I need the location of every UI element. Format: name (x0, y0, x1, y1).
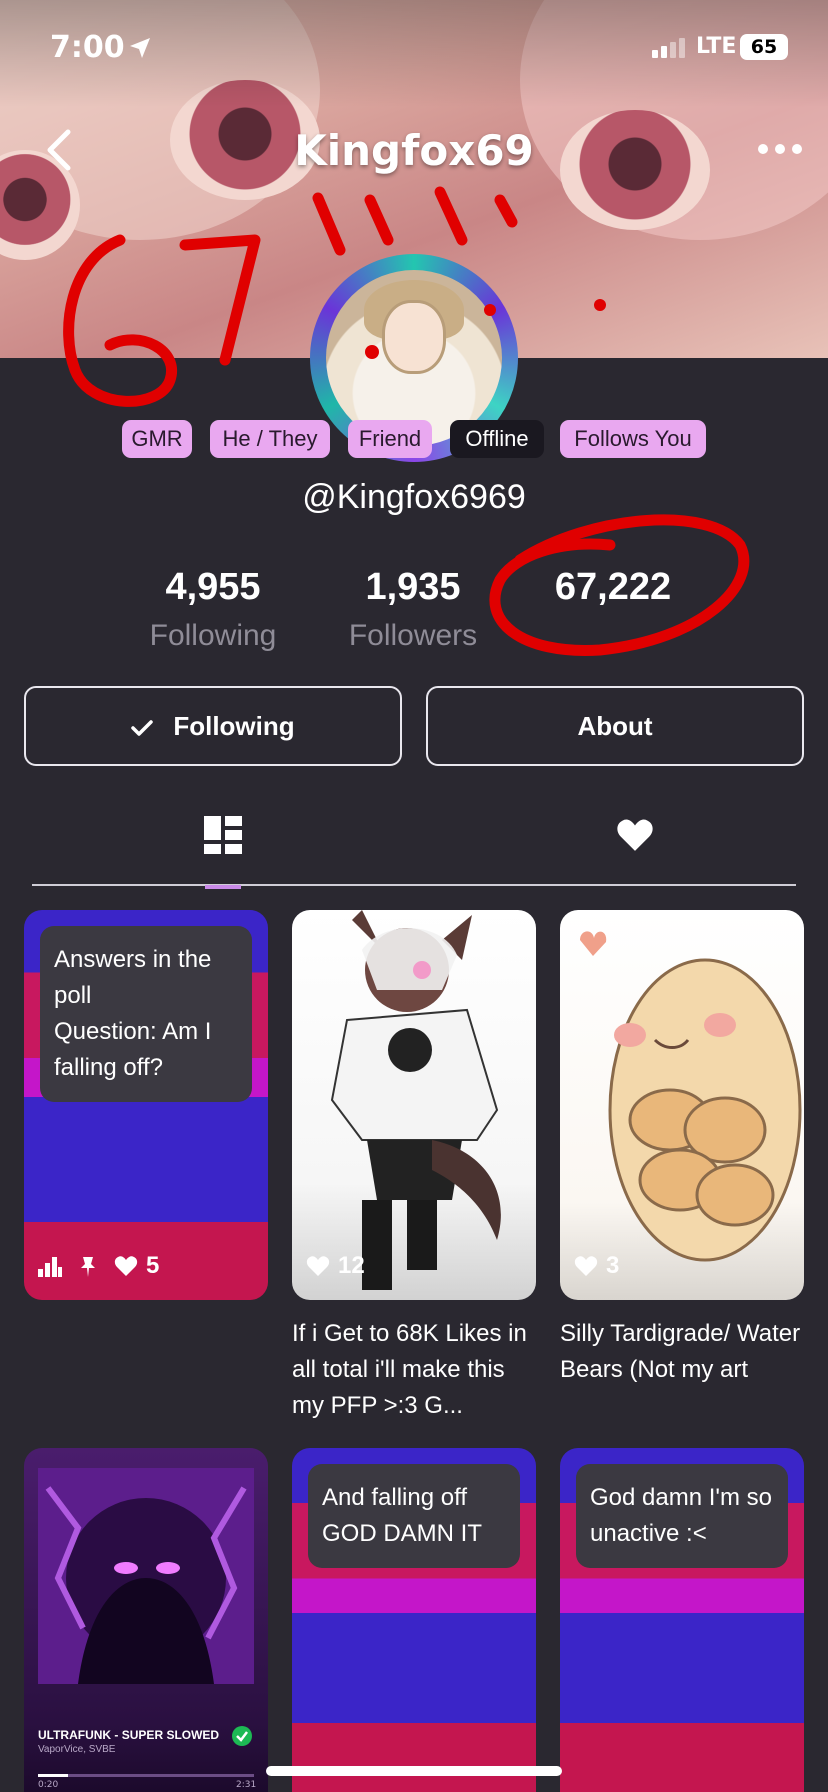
verified-check-icon (232, 1726, 252, 1746)
content-tabs (32, 810, 796, 889)
post-card[interactable]: Answers in the poll Question: Am I falli… (24, 910, 268, 1300)
profile-badges: GMR He / They Friend Offline Follows You (0, 420, 828, 458)
tardigrade-art (580, 931, 802, 1262)
post-card[interactable]: 3 (560, 910, 804, 1300)
post-card[interactable]: ULTRAFUNK - SUPER SLOWED VaporVice, SVBE… (24, 1448, 268, 1792)
badge-gmr: GMR (122, 420, 192, 458)
badge-pronouns: He / They (210, 420, 330, 458)
post-like-count: 3 (606, 1252, 620, 1279)
fox-character-art (330, 910, 501, 1290)
following-button-label: Following (173, 711, 295, 741)
active-tab-indicator (205, 885, 241, 889)
track-progress-fill (38, 1774, 69, 1777)
more-options-icon[interactable] (756, 142, 804, 156)
post-meta: 5 (38, 1252, 159, 1280)
signal-icon (652, 38, 685, 58)
stat-followers[interactable]: 1,935 Followers (318, 566, 508, 653)
status-bar: 7:00 LTE 65 (0, 30, 828, 70)
track-time-end: 2:31 (236, 1780, 257, 1790)
post-caption[interactable]: If i Get to 68K Likes in all total i'll … (292, 1316, 536, 1424)
home-indicator[interactable] (266, 1766, 562, 1776)
badge-status: Offline (450, 420, 544, 458)
about-button[interactable]: About (426, 686, 804, 766)
album-art (38, 1468, 254, 1684)
profile-handle: @Kingfox6969 (302, 478, 526, 516)
checkmark-icon (131, 720, 154, 736)
post-card[interactable]: And falling off GOD DAMN IT (292, 1448, 536, 1792)
track-progress-bar[interactable] (38, 1774, 254, 1777)
grid-layout-icon (204, 816, 242, 854)
post-meta: 3 (574, 1252, 619, 1280)
poll-icon (38, 1257, 62, 1277)
post-text: And falling off GOD DAMN IT (308, 1464, 520, 1568)
heart-icon (617, 819, 653, 851)
location-arrow-icon (130, 38, 150, 58)
following-button[interactable]: Following (24, 686, 402, 766)
post-text: Answers in the poll Question: Am I falli… (40, 926, 252, 1102)
status-time: 7:00 (50, 30, 125, 65)
post-card[interactable]: 12 (292, 910, 536, 1300)
stat-following-label: Following (149, 619, 277, 652)
heart-icon (114, 1256, 138, 1276)
badge-friend: Friend (348, 420, 432, 458)
network-type: LTE (696, 34, 737, 59)
track-title: ULTRAFUNK - SUPER SLOWED (38, 1728, 220, 1742)
stat-likes[interactable]: 67,222 (518, 566, 708, 619)
battery-indicator: 65 (740, 34, 788, 60)
badge-follows-you: Follows You (560, 420, 706, 458)
stat-following-count: 4,955 (165, 566, 261, 608)
page-title: Kingfox69 (294, 126, 534, 175)
back-chevron-icon[interactable] (40, 128, 76, 172)
track-time-start: 0:20 (38, 1780, 59, 1790)
stat-followers-count: 1,935 (365, 566, 461, 608)
post-card[interactable]: God damn I'm so unactive :< (560, 1448, 804, 1792)
heart-icon (574, 1256, 598, 1276)
track-artist: VaporVice, SVBE (38, 1744, 116, 1755)
about-button-label: About (577, 711, 653, 741)
heart-icon (306, 1256, 330, 1276)
post-like-count: 12 (338, 1252, 365, 1279)
tab-posts[interactable] (32, 810, 414, 889)
stat-following[interactable]: 4,955 Following (118, 566, 308, 653)
post-text: God damn I'm so unactive :< (576, 1464, 788, 1568)
pin-icon (81, 1257, 95, 1277)
avatar-face (382, 300, 446, 374)
post-meta: 12 (306, 1252, 365, 1280)
stat-followers-label: Followers (348, 619, 478, 652)
post-caption[interactable]: Silly Tardigrade/ Water Bears (Not my ar… (560, 1316, 804, 1388)
stat-likes-count: 67,222 (554, 566, 672, 608)
post-like-count: 5 (146, 1252, 160, 1279)
tab-likes[interactable] (414, 810, 796, 886)
